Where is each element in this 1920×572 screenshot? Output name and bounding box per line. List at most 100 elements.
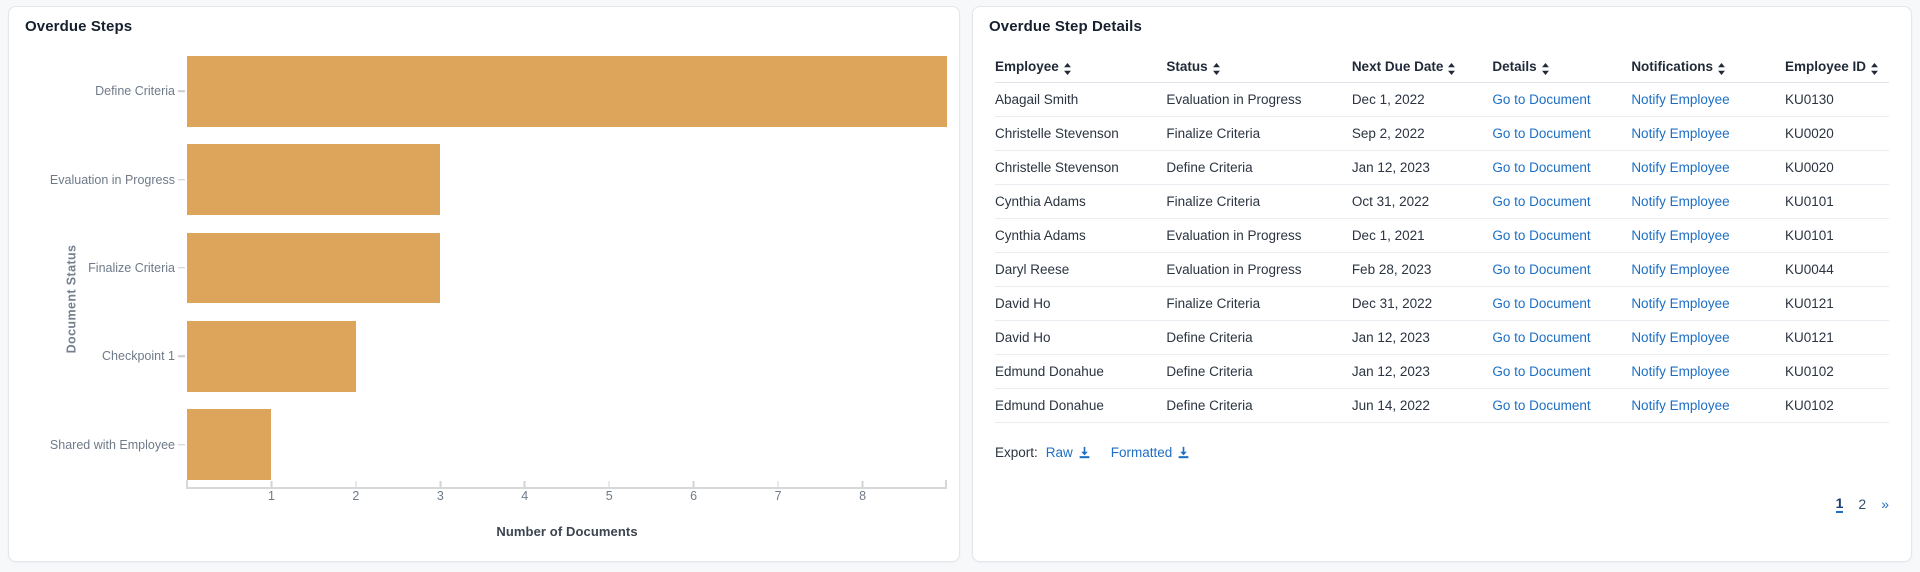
cell-notifications[interactable]: Notify Employee [1631,218,1785,254]
cell-employee-id: KU0121 [1784,286,1889,322]
cell-notifications-link[interactable]: Notify Employee [1631,364,1729,379]
cell-details[interactable]: Go to Document [1492,388,1632,424]
cell-details-link[interactable]: Go to Document [1492,126,1590,141]
export-formatted-link[interactable]: Formatted [1111,445,1173,460]
export-formatted-button[interactable]: Formatted [1111,445,1191,460]
cell-details-link[interactable]: Go to Document [1492,194,1590,209]
pagination: 1 2 » [1835,495,1889,513]
cell-notifications-link[interactable]: Notify Employee [1631,228,1729,243]
cell-details-link[interactable]: Go to Document [1492,364,1590,379]
cell-notifications[interactable]: Notify Employee [1631,150,1785,186]
cell-notifications[interactable]: Notify Employee [1631,82,1785,118]
column-header-label: Details [1492,59,1537,74]
cell-details-link[interactable]: Go to Document [1492,262,1590,277]
cell-next-due-date: Jun 14, 2022 [1351,388,1493,424]
cell-details-link[interactable]: Go to Document [1492,398,1590,413]
cell-notifications[interactable]: Notify Employee [1631,286,1785,322]
cell-status: Finalize Criteria [1166,286,1352,322]
cell-notifications[interactable]: Notify Employee [1631,252,1785,288]
cell-notifications[interactable]: Notify Employee [1631,116,1785,152]
plot-region: Define Criteria Evaluation in Progress Fin… [50,47,947,489]
table-row: Edmund Donahue Define Criteria Jan 12, 202… [995,354,1889,390]
table-row: Cynthia Adams Finalize Criteria Oct 31, 20… [995,184,1889,220]
cell-notifications[interactable]: Notify Employee [1631,354,1785,390]
cell-details[interactable]: Go to Document [1492,354,1632,390]
pagination-page-2[interactable]: 2 [1858,496,1866,512]
pagination-next-button[interactable]: » [1881,496,1889,512]
cell-status: Define Criteria [1166,320,1352,356]
cell-status: Define Criteria [1166,354,1352,390]
cell-notifications-link[interactable]: Notify Employee [1631,160,1729,175]
cell-details[interactable]: Go to Document [1492,150,1632,186]
cell-employee-id: KU0044 [1784,252,1889,288]
column-header-notifications[interactable]: Notifications [1631,53,1785,84]
column-header-employee[interactable]: Employee [995,53,1167,84]
cell-notifications[interactable]: Notify Employee [1631,320,1785,356]
bar[interactable] [187,144,441,215]
cell-next-due-date: Dec 1, 2022 [1351,82,1493,118]
x-axis-tick-mark [439,481,442,487]
cell-details-link[interactable]: Go to Document [1492,330,1590,345]
cell-notifications-link[interactable]: Notify Employee [1631,126,1729,141]
bar-rows: Define Criteria Evaluation in Progress Fin… [50,47,947,489]
cell-status: Evaluation in Progress [1166,218,1352,254]
sort-arrows-icon[interactable] [1541,63,1550,76]
sort-arrows-icon[interactable] [1870,63,1879,76]
sort-arrows-icon[interactable] [1212,63,1221,76]
cell-notifications-link[interactable]: Notify Employee [1631,296,1729,311]
cell-notifications-link[interactable]: Notify Employee [1631,398,1729,413]
download-icon [1078,446,1091,459]
x-axis-tick-mark [777,481,779,487]
column-header-next-due-date[interactable]: Next Due Date [1351,53,1493,84]
cell-employee-id: KU0102 [1784,354,1889,390]
cell-employee: David Ho [995,286,1167,322]
export-row: Export: Raw Formatted [973,423,1911,460]
y-axis-tick-label: Shared with Employee [49,437,175,452]
cell-details[interactable]: Go to Document [1492,116,1632,152]
table-row: Christelle Stevenson Finalize Criteria Sep… [995,116,1889,152]
details-table: Employee Status Next Due Date Details Notifi… [995,53,1889,424]
cell-details-link[interactable]: Go to Document [1492,296,1590,311]
cell-details[interactable]: Go to Document [1492,286,1632,322]
cell-employee: Abagail Smith [995,82,1167,118]
cell-details-link[interactable]: Go to Document [1492,228,1590,243]
column-header-status[interactable]: Status [1166,53,1352,84]
cell-notifications[interactable]: Notify Employee [1631,184,1785,220]
x-axis-end-cap [945,480,947,489]
cell-details-link[interactable]: Go to Document [1492,160,1590,175]
export-raw-link[interactable]: Raw [1046,445,1073,460]
cell-notifications[interactable]: Notify Employee [1631,388,1785,424]
column-header-details[interactable]: Details [1492,53,1632,84]
sort-arrows-icon[interactable] [1063,63,1072,76]
cell-employee-id: KU0102 [1784,388,1889,424]
bar[interactable] [187,409,272,481]
pagination-page-1[interactable]: 1 [1835,495,1844,513]
cell-details[interactable]: Go to Document [1492,218,1632,254]
cell-details[interactable]: Go to Document [1492,82,1632,118]
bar[interactable] [187,232,441,304]
details-table-wrap: Employee Status Next Due Date Details Notifi… [973,35,1911,424]
sort-arrows-icon[interactable] [1447,63,1456,76]
cell-employee: Cynthia Adams [995,218,1167,254]
cell-notifications-link[interactable]: Notify Employee [1631,92,1729,107]
cell-employee: Edmund Donahue [995,354,1167,390]
overdue-step-details-card: Overdue Step Details Employee Status Next … [972,6,1912,562]
cell-notifications-link[interactable]: Notify Employee [1631,330,1729,345]
cell-notifications-link[interactable]: Notify Employee [1631,262,1729,277]
sort-arrows-icon[interactable] [1717,63,1726,76]
x-axis-tick-label: 7 [775,481,782,503]
bar-row: Evaluation in Progress [50,144,947,215]
cell-notifications-link[interactable]: Notify Employee [1631,194,1729,209]
export-raw-button[interactable]: Raw [1046,445,1091,460]
bar[interactable] [187,55,947,127]
x-axis-tick-mark [692,481,695,487]
column-header-employee-id[interactable]: Employee ID [1784,53,1889,84]
cell-details[interactable]: Go to Document [1492,320,1632,356]
bar-row: Finalize Criteria [88,232,947,304]
cell-details[interactable]: Go to Document [1492,252,1632,288]
cell-details[interactable]: Go to Document [1492,184,1632,220]
bar[interactable] [187,321,356,392]
x-axis-tick-mark [270,481,273,487]
cell-details-link[interactable]: Go to Document [1492,92,1590,107]
y-axis-tick-mark [178,90,185,92]
